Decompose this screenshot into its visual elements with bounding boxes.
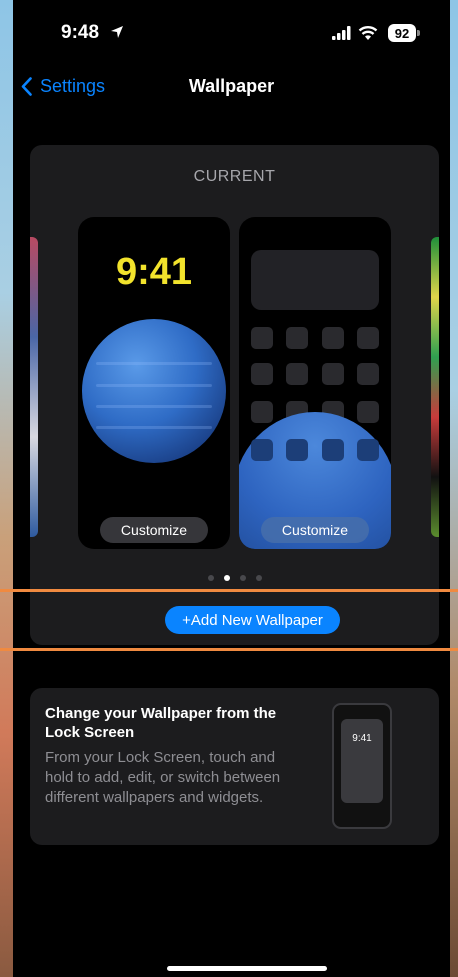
app-icon xyxy=(357,439,379,461)
app-icon xyxy=(251,363,273,385)
page-indicator[interactable] xyxy=(30,575,439,581)
add-new-wallpaper-button[interactable]: +Add New Wallpaper xyxy=(165,606,340,634)
app-icon xyxy=(251,327,273,349)
home-screen-customize-button[interactable]: Customize xyxy=(261,517,369,543)
app-icon xyxy=(286,327,308,349)
info-body: From your Lock Screen, touch and hold to… xyxy=(45,749,281,806)
mini-lock-time: 9:41 xyxy=(352,733,372,744)
app-icon xyxy=(251,439,273,461)
app-icon xyxy=(322,439,344,461)
battery-indicator: 92 xyxy=(388,24,416,42)
app-icon xyxy=(357,363,379,385)
app-icon xyxy=(357,401,379,423)
phone-screen: 9:48 92 Settings Wallpaper CURRENT 9:41 … xyxy=(13,0,450,977)
app-icon xyxy=(357,327,379,349)
app-icon xyxy=(322,327,344,349)
page-dot xyxy=(255,575,262,581)
lock-screen-phone-illustration: 9:41 xyxy=(332,703,392,829)
app-icon xyxy=(286,439,308,461)
page-dot-active xyxy=(223,575,230,581)
background-photo-right xyxy=(450,0,458,977)
navigation-bar: Settings Wallpaper xyxy=(13,70,450,104)
previous-wallpaper-peek[interactable] xyxy=(30,237,38,537)
page-title: Wallpaper xyxy=(188,76,275,96)
cellular-signal-icon xyxy=(332,26,351,40)
wifi-icon xyxy=(358,26,378,40)
next-wallpaper-peek[interactable] xyxy=(431,237,439,537)
app-icon xyxy=(251,401,273,423)
home-indicator[interactable] xyxy=(167,966,327,971)
status-bar: 9:48 92 xyxy=(13,22,450,50)
mini-lock-screen: 9:41 xyxy=(341,719,383,803)
battery-tip xyxy=(417,30,420,36)
lock-screen-preview[interactable]: 9:41 Customize xyxy=(78,217,230,549)
widget-placeholder xyxy=(251,250,379,310)
info-title: Change your Wallpaper from the Lock Scre… xyxy=(45,705,277,741)
app-icon xyxy=(286,363,308,385)
section-label: CURRENT xyxy=(193,168,276,185)
highlight-line-bottom xyxy=(0,648,458,651)
battery-level: 92 xyxy=(394,25,410,41)
location-arrow-icon xyxy=(111,26,123,38)
status-time: 9:48 xyxy=(61,22,100,43)
info-card: Change your Wallpaper from the Lock Scre… xyxy=(30,688,439,845)
lock-screen-time: 9:41 xyxy=(115,251,193,293)
current-wallpaper-card: CURRENT 9:41 Customize Customize +Add Ne… xyxy=(30,145,439,645)
planet-image xyxy=(82,319,226,463)
home-screen-preview[interactable]: Customize xyxy=(239,217,391,549)
highlight-line-top xyxy=(0,589,458,592)
page-dot xyxy=(207,575,214,581)
page-dot xyxy=(239,575,246,581)
app-icon xyxy=(322,363,344,385)
lock-screen-customize-button[interactable]: Customize xyxy=(100,517,208,543)
